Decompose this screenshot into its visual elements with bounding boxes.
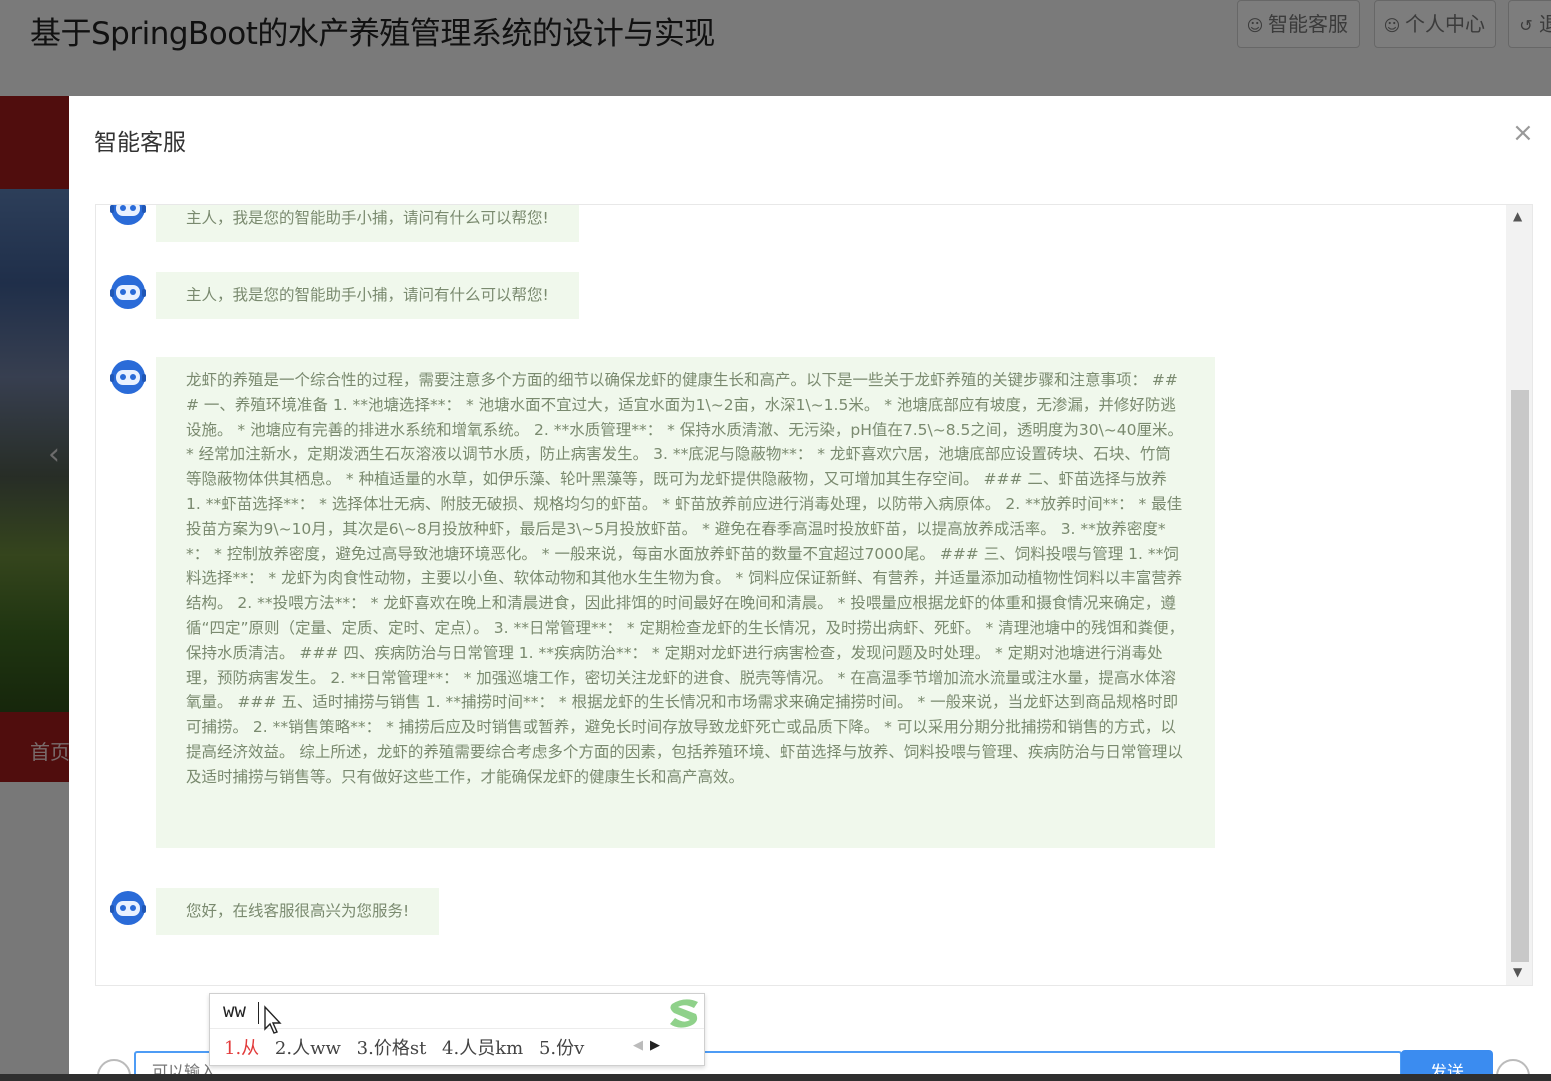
dialog-title: 智能客服 [94, 130, 186, 156]
smart-service-dialog: 智能客服 × 主人，我是您的智能助手小捕，请问有什么可以帮您! 主人，我是您的智… [69, 96, 1551, 1081]
ime-prev-icon[interactable]: ◀ [633, 1038, 643, 1053]
scroll-down-icon[interactable]: ▼ [1513, 965, 1522, 979]
close-icon[interactable]: × [1512, 118, 1534, 148]
scroll-up-icon[interactable]: ▲ [1513, 209, 1522, 223]
ime-candidate[interactable]: 3.价格st [357, 1038, 427, 1059]
ime-candidate[interactable]: 4.人员km [442, 1038, 523, 1059]
robot-avatar-icon [110, 360, 146, 394]
text-caret [258, 1002, 259, 1024]
ime-candidate-window: ww 1.从 2.人ww 3.价格st 4.人员km 5.份v ◀ ▶ [209, 993, 705, 1066]
ime-candidate[interactable]: 1.从 [224, 1038, 259, 1059]
chat-bubble: 您好，在线客服很高兴为您服务! [156, 888, 440, 935]
ime-candidate-list: 1.从 2.人ww 3.价格st 4.人员km 5.份v [224, 1034, 594, 1060]
chat-bubble: 主人，我是您的智能助手小捕，请问有什么可以帮您! [156, 205, 579, 242]
ime-next-icon[interactable]: ▶ [650, 1038, 660, 1053]
taskbar-strip [0, 1074, 1551, 1081]
ime-candidate[interactable]: 2.人ww [275, 1038, 341, 1059]
sogou-logo-icon[interactable] [666, 996, 704, 1030]
chat-bubble: 主人，我是您的智能助手小捕，请问有什么可以帮您! [156, 272, 579, 319]
mouse-cursor-icon [264, 1005, 282, 1034]
ime-candidate[interactable]: 5.份v [539, 1038, 584, 1059]
ime-divider [210, 1028, 704, 1029]
scrollbar-thumb[interactable] [1511, 390, 1529, 962]
robot-avatar-icon [110, 891, 146, 925]
chat-message-list[interactable]: 主人，我是您的智能助手小捕，请问有什么可以帮您! 主人，我是您的智能助手小捕，请… [95, 204, 1533, 986]
ime-composition: ww [223, 1000, 246, 1022]
robot-avatar-icon [110, 205, 146, 225]
robot-avatar-icon [110, 275, 146, 309]
chat-bubble: 龙虾的养殖是一个综合性的过程，需要注意多个方面的细节以确保龙虾的健康生长和高产。… [156, 357, 1215, 848]
